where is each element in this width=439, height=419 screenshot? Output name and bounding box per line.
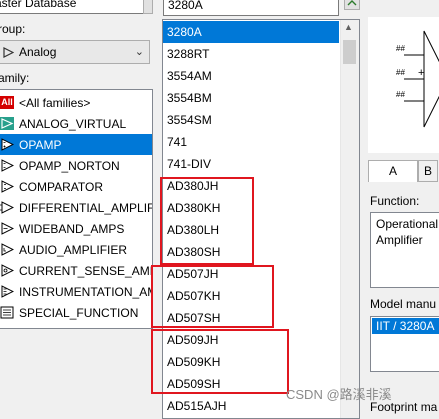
- opamp-icon: [0, 138, 14, 151]
- component-search-value: 3280A: [168, 0, 203, 12]
- family-item-differential-amplifier[interactable]: DIFFERENTIAL_AMPLIFI: [0, 197, 152, 218]
- component-search-input[interactable]: 3280A: [163, 0, 339, 16]
- current-sense-amp-icon: [0, 264, 14, 277]
- family-item-audio-amplifier[interactable]: AUDIO_AMPLIFIER: [0, 239, 152, 260]
- tab-b[interactable]: B: [418, 160, 438, 182]
- watermark-text: CSDN @路溪非溪: [286, 387, 392, 402]
- family-item-instrumentation-amp[interactable]: INSTRUMENTATION_AM: [0, 281, 152, 302]
- tab-a[interactable]: A: [368, 160, 418, 182]
- highlight-box-ad380: [160, 177, 254, 265]
- family-item-label: OPAMP_NORTON: [19, 158, 120, 173]
- family-item-label: WIDEBAND_AMPS: [19, 221, 125, 236]
- family-item-all[interactable]: All <All families>: [0, 92, 152, 113]
- function-text-line: Amplifier: [376, 233, 423, 247]
- function-label: Function:: [370, 194, 420, 208]
- highlight-box-ad509: [151, 329, 289, 394]
- family-label: amily:: [0, 71, 30, 85]
- component-list-scrollbar[interactable]: ▲: [340, 20, 359, 418]
- family-item-opamp-norton[interactable]: OPAMP_NORTON: [0, 155, 152, 176]
- audio-amplifier-icon: [0, 243, 14, 256]
- database-value: aster Database: [0, 0, 77, 10]
- symbol-tabs: A B: [368, 160, 439, 182]
- family-item-label: COMPARATOR: [19, 179, 104, 194]
- group-label: roup:: [0, 22, 26, 36]
- component-search-button[interactable]: [344, 0, 360, 10]
- pin-label: ##: [396, 68, 405, 77]
- database-select[interactable]: aster Database: [0, 0, 150, 14]
- pin-label: ##: [396, 90, 405, 99]
- family-item-analog-virtual[interactable]: ANALOG_VIRTUAL: [0, 113, 152, 134]
- plus-sign: +: [418, 67, 424, 79]
- family-list[interactable]: All <All families> ANALOG_VIRTUAL OPAMP …: [0, 89, 153, 329]
- comparator-icon: [0, 180, 14, 193]
- family-item-label: INSTRUMENTATION_AM: [19, 284, 153, 299]
- list-item[interactable]: 3288RT: [163, 43, 339, 65]
- family-item-label: CURRENT_SENSE_AMPL: [19, 263, 153, 278]
- chevron-down-icon: ⌄: [134, 46, 144, 58]
- symbol-preview: ## ## ## +: [368, 17, 439, 153]
- analog-group-icon: [3, 46, 14, 58]
- special-function-icon: [0, 306, 14, 319]
- instrumentation-amp-icon: [0, 285, 14, 298]
- list-item[interactable]: 3554BM: [163, 87, 339, 109]
- opamp-symbol-icon: ## ## ## +: [396, 30, 439, 128]
- pin-label: ##: [396, 44, 405, 53]
- family-item-wideband-amps[interactable]: WIDEBAND_AMPS: [0, 218, 152, 239]
- list-item[interactable]: 741: [163, 131, 339, 153]
- wideband-amps-icon: [0, 222, 14, 235]
- model-manufacturer-item[interactable]: IIT / 3280A: [372, 318, 439, 334]
- analog-virtual-icon: [0, 117, 14, 130]
- list-item[interactable]: 3554SM: [163, 109, 339, 131]
- model-manufacturer-list[interactable]: IIT / 3280A: [370, 316, 439, 372]
- family-item-opamp[interactable]: OPAMP: [0, 134, 152, 155]
- scroll-up-icon[interactable]: ▲: [344, 22, 353, 32]
- opamp-norton-icon: [0, 159, 14, 172]
- all-families-icon: All: [0, 96, 14, 109]
- model-manufacturer-label: Model manu: [370, 297, 437, 311]
- family-item-label: DIFFERENTIAL_AMPLIFI: [19, 200, 153, 215]
- differential-amplifier-icon: [0, 201, 14, 214]
- scrollbar-thumb[interactable]: [343, 40, 356, 64]
- highlight-box-ad507: [151, 265, 274, 328]
- family-item-label: AUDIO_AMPLIFIER: [19, 242, 128, 257]
- function-text-line: Operational: [376, 217, 439, 231]
- list-item[interactable]: 741-DIV: [163, 153, 339, 175]
- family-item-comparator[interactable]: COMPARATOR: [0, 176, 152, 197]
- family-item-label: SPECIAL_FUNCTION: [19, 305, 139, 320]
- family-item-label: <All families>: [19, 95, 91, 110]
- family-item-current-sense-amp[interactable]: CURRENT_SENSE_AMPL: [0, 260, 152, 281]
- search-icon: [347, 0, 357, 6]
- family-item-special-function[interactable]: SPECIAL_FUNCTION: [0, 302, 152, 323]
- family-item-label: ANALOG_VIRTUAL: [19, 116, 127, 131]
- list-item[interactable]: 3280A: [163, 21, 339, 43]
- list-item[interactable]: 3554AM: [163, 65, 339, 87]
- function-text-box: Operational Amplifier: [370, 212, 439, 288]
- database-dropdown-button[interactable]: [143, 0, 153, 14]
- group-select[interactable]: Analog ⌄: [0, 40, 150, 64]
- family-item-label: OPAMP: [19, 137, 62, 152]
- group-value: Analog: [19, 45, 57, 59]
